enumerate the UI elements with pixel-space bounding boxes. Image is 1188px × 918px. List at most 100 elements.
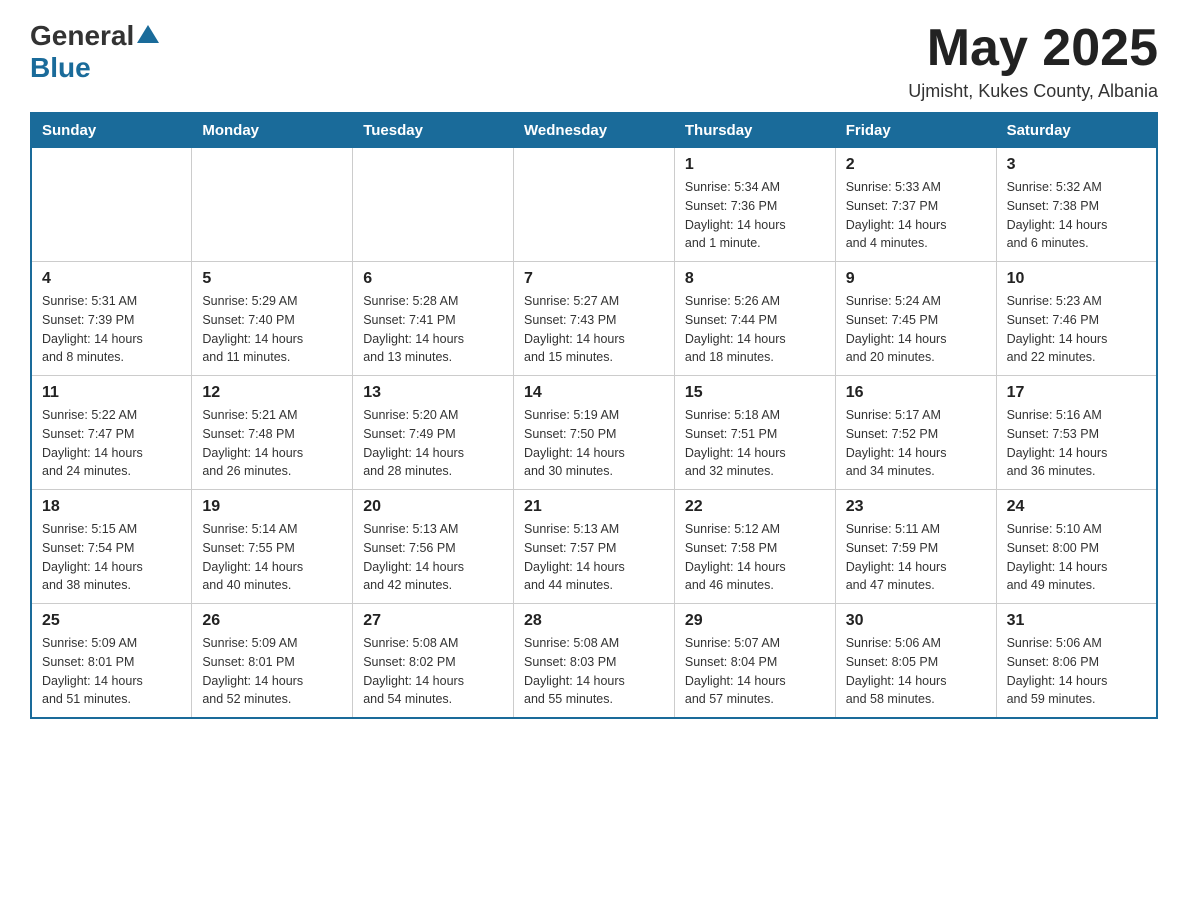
day-number: 1	[685, 156, 825, 174]
day-info: Sunrise: 5:21 AM Sunset: 7:48 PM Dayligh…	[202, 406, 342, 481]
day-number: 26	[202, 612, 342, 630]
calendar-week-row: 11Sunrise: 5:22 AM Sunset: 7:47 PM Dayli…	[31, 376, 1157, 490]
logo: General Blue	[30, 20, 159, 84]
calendar-cell: 18 Sunrise: 5:15 AM Sunset: 7:54 PM Dayli…	[31, 490, 192, 604]
day-info: Sunrise: 5:26 AM Sunset: 7:44 PM Dayligh…	[685, 292, 825, 367]
day-info: Sunrise: 5:10 AM Sunset: 8:00 PM Dayligh…	[1007, 520, 1146, 595]
calendar-cell: 16Sunrise: 5:17 AM Sunset: 7:52 PM Dayli…	[835, 376, 996, 490]
calendar-cell: 27Sunrise: 5:08 AM Sunset: 8:02 PM Dayli…	[353, 604, 514, 719]
day-info: Sunrise: 5:09 AM Sunset: 8:01 PM Dayligh…	[42, 634, 181, 709]
day-number: 20	[363, 498, 503, 516]
day-number: 2	[846, 156, 986, 174]
calendar-cell: 26 Sunrise: 5:09 AM Sunset: 8:01 PM Dayli…	[192, 604, 353, 719]
calendar-cell	[192, 148, 353, 262]
calendar-cell: 9 Sunrise: 5:24 AM Sunset: 7:45 PM Daylig…	[835, 262, 996, 376]
calendar-cell: 21 Sunrise: 5:13 AM Sunset: 7:57 PM Dayli…	[514, 490, 675, 604]
calendar-cell: 29 Sunrise: 5:07 AM Sunset: 8:04 PM Dayli…	[674, 604, 835, 719]
calendar-cell: 28Sunrise: 5:08 AM Sunset: 8:03 PM Dayli…	[514, 604, 675, 719]
calendar-cell: 5Sunrise: 5:29 AM Sunset: 7:40 PM Daylig…	[192, 262, 353, 376]
day-number: 14	[524, 384, 664, 402]
calendar-cell: 30 Sunrise: 5:06 AM Sunset: 8:05 PM Dayli…	[835, 604, 996, 719]
logo-general-text: General	[30, 20, 134, 52]
day-number: 12	[202, 384, 342, 402]
calendar-cell: 31 Sunrise: 5:06 AM Sunset: 8:06 PM Dayli…	[996, 604, 1157, 719]
day-number: 25	[42, 612, 181, 630]
calendar-cell: 14 Sunrise: 5:19 AM Sunset: 7:50 PM Dayli…	[514, 376, 675, 490]
day-info: Sunrise: 5:20 AM Sunset: 7:49 PM Dayligh…	[363, 406, 503, 481]
calendar-week-row: 25 Sunrise: 5:09 AM Sunset: 8:01 PM Dayli…	[31, 604, 1157, 719]
day-info: Sunrise: 5:18 AM Sunset: 7:51 PM Dayligh…	[685, 406, 825, 481]
day-info: Sunrise: 5:33 AM Sunset: 7:37 PM Dayligh…	[846, 178, 986, 253]
day-number: 24	[1007, 498, 1146, 516]
day-info: Sunrise: 5:11 AM Sunset: 7:59 PM Dayligh…	[846, 520, 986, 595]
day-info: Sunrise: 5:28 AM Sunset: 7:41 PM Dayligh…	[363, 292, 503, 367]
day-number: 19	[202, 498, 342, 516]
calendar-cell: 24 Sunrise: 5:10 AM Sunset: 8:00 PM Dayli…	[996, 490, 1157, 604]
day-number: 22	[685, 498, 825, 516]
location-subtitle: Ujmisht, Kukes County, Albania	[908, 81, 1158, 102]
calendar-cell: 23Sunrise: 5:11 AM Sunset: 7:59 PM Dayli…	[835, 490, 996, 604]
day-number: 31	[1007, 612, 1146, 630]
calendar-week-row: 4 Sunrise: 5:31 AM Sunset: 7:39 PM Daylig…	[31, 262, 1157, 376]
day-info: Sunrise: 5:14 AM Sunset: 7:55 PM Dayligh…	[202, 520, 342, 595]
calendar-week-row: 18 Sunrise: 5:15 AM Sunset: 7:54 PM Dayli…	[31, 490, 1157, 604]
calendar-cell: 22 Sunrise: 5:12 AM Sunset: 7:58 PM Dayli…	[674, 490, 835, 604]
day-number: 4	[42, 270, 181, 288]
day-number: 29	[685, 612, 825, 630]
day-number: 6	[363, 270, 503, 288]
calendar-cell: 7Sunrise: 5:27 AM Sunset: 7:43 PM Daylig…	[514, 262, 675, 376]
title-block: May 2025 Ujmisht, Kukes County, Albania	[908, 20, 1158, 102]
day-info: Sunrise: 5:07 AM Sunset: 8:04 PM Dayligh…	[685, 634, 825, 709]
page-header: General Blue May 2025 Ujmisht, Kukes Cou…	[30, 20, 1158, 102]
calendar-cell	[31, 148, 192, 262]
day-info: Sunrise: 5:16 AM Sunset: 7:53 PM Dayligh…	[1007, 406, 1146, 481]
day-number: 7	[524, 270, 664, 288]
day-number: 3	[1007, 156, 1146, 174]
calendar-cell: 3 Sunrise: 5:32 AM Sunset: 7:38 PM Daylig…	[996, 148, 1157, 262]
calendar-cell: 1 Sunrise: 5:34 AM Sunset: 7:36 PM Daylig…	[674, 148, 835, 262]
day-info: Sunrise: 5:06 AM Sunset: 8:05 PM Dayligh…	[846, 634, 986, 709]
day-number: 5	[202, 270, 342, 288]
logo-blue-text: Blue	[30, 52, 91, 84]
day-info: Sunrise: 5:15 AM Sunset: 7:54 PM Dayligh…	[42, 520, 181, 595]
day-number: 16	[846, 384, 986, 402]
calendar-cell: 17 Sunrise: 5:16 AM Sunset: 7:53 PM Dayli…	[996, 376, 1157, 490]
day-info: Sunrise: 5:23 AM Sunset: 7:46 PM Dayligh…	[1007, 292, 1146, 367]
day-info: Sunrise: 5:09 AM Sunset: 8:01 PM Dayligh…	[202, 634, 342, 709]
day-info: Sunrise: 5:13 AM Sunset: 7:57 PM Dayligh…	[524, 520, 664, 595]
day-info: Sunrise: 5:31 AM Sunset: 7:39 PM Dayligh…	[42, 292, 181, 367]
col-header-thursday: Thursday	[674, 113, 835, 148]
calendar-cell: 19 Sunrise: 5:14 AM Sunset: 7:55 PM Dayli…	[192, 490, 353, 604]
col-header-wednesday: Wednesday	[514, 113, 675, 148]
day-number: 18	[42, 498, 181, 516]
calendar-cell: 10Sunrise: 5:23 AM Sunset: 7:46 PM Dayli…	[996, 262, 1157, 376]
day-number: 17	[1007, 384, 1146, 402]
col-header-friday: Friday	[835, 113, 996, 148]
calendar-table: SundayMondayTuesdayWednesdayThursdayFrid…	[30, 112, 1158, 719]
day-number: 11	[42, 384, 181, 402]
page-title: May 2025	[908, 20, 1158, 77]
day-info: Sunrise: 5:08 AM Sunset: 8:02 PM Dayligh…	[363, 634, 503, 709]
calendar-cell: 12 Sunrise: 5:21 AM Sunset: 7:48 PM Dayli…	[192, 376, 353, 490]
day-info: Sunrise: 5:32 AM Sunset: 7:38 PM Dayligh…	[1007, 178, 1146, 253]
day-number: 30	[846, 612, 986, 630]
day-number: 21	[524, 498, 664, 516]
day-info: Sunrise: 5:34 AM Sunset: 7:36 PM Dayligh…	[685, 178, 825, 253]
calendar-week-row: 1 Sunrise: 5:34 AM Sunset: 7:36 PM Daylig…	[31, 148, 1157, 262]
day-number: 9	[846, 270, 986, 288]
day-number: 28	[524, 612, 664, 630]
day-info: Sunrise: 5:06 AM Sunset: 8:06 PM Dayligh…	[1007, 634, 1146, 709]
calendar-cell: 25 Sunrise: 5:09 AM Sunset: 8:01 PM Dayli…	[31, 604, 192, 719]
calendar-cell: 13Sunrise: 5:20 AM Sunset: 7:49 PM Dayli…	[353, 376, 514, 490]
logo-triangle-icon	[137, 23, 159, 45]
calendar-cell: 4 Sunrise: 5:31 AM Sunset: 7:39 PM Daylig…	[31, 262, 192, 376]
calendar-cell	[353, 148, 514, 262]
day-info: Sunrise: 5:24 AM Sunset: 7:45 PM Dayligh…	[846, 292, 986, 367]
calendar-cell: 8Sunrise: 5:26 AM Sunset: 7:44 PM Daylig…	[674, 262, 835, 376]
col-header-saturday: Saturday	[996, 113, 1157, 148]
calendar-cell: 2 Sunrise: 5:33 AM Sunset: 7:37 PM Daylig…	[835, 148, 996, 262]
day-info: Sunrise: 5:13 AM Sunset: 7:56 PM Dayligh…	[363, 520, 503, 595]
calendar-cell	[514, 148, 675, 262]
day-info: Sunrise: 5:19 AM Sunset: 7:50 PM Dayligh…	[524, 406, 664, 481]
day-info: Sunrise: 5:12 AM Sunset: 7:58 PM Dayligh…	[685, 520, 825, 595]
